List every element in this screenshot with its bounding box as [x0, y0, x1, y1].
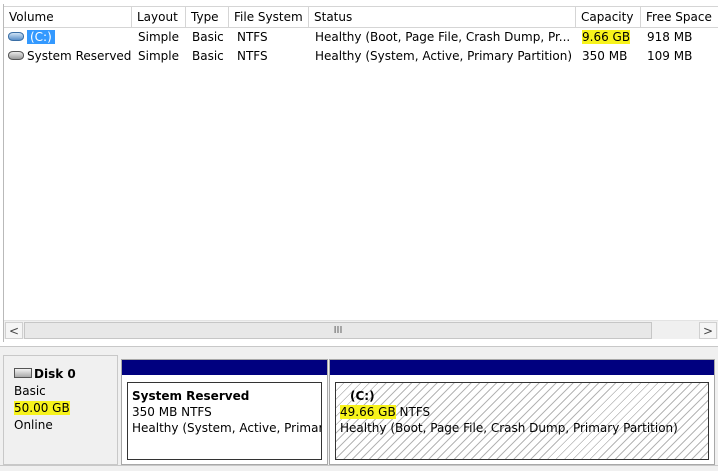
volume-name-cell: (C:) [4, 28, 132, 47]
column-volume[interactable]: Volume [4, 7, 132, 28]
scroll-right-button[interactable]: > [699, 322, 717, 339]
volume-name: (C:) [27, 30, 55, 44]
column-capacity[interactable]: Capacity [576, 7, 641, 28]
volume-list[interactable]: Volume Layout Type File System Status Ca… [3, 4, 718, 342]
horizontal-scrollbar[interactable]: < III > [4, 320, 718, 339]
volume-file-system: NTFS [237, 49, 268, 63]
partition-body: System Reserved 350 MB NTFS Healthy (Sys… [127, 382, 322, 460]
volume-row-system-reserved[interactable]: System Reserved Simple Basic NTFS Health… [4, 47, 718, 66]
partition-status: Healthy (Boot, Page File, Crash Dump, Pr… [340, 421, 678, 435]
disk-graphical-view: Disk 0 Basic 50.00 GB Online System Rese… [0, 346, 718, 471]
column-layout[interactable]: Layout [132, 7, 186, 28]
volume-name-cell: System Reserved [4, 47, 132, 66]
disk-info-panel[interactable]: Disk 0 Basic 50.00 GB Online [3, 355, 118, 465]
column-status[interactable]: Status [309, 7, 576, 28]
column-file-system[interactable]: File System [229, 7, 309, 28]
hard-disk-icon [14, 368, 32, 378]
partition-name: (C:) [350, 389, 375, 403]
scroll-left-button[interactable]: < [5, 322, 23, 339]
volume-status: Healthy (Boot, Page File, Crash Dump, Pr… [315, 30, 571, 44]
column-header: Volume Layout Type File System Status Ca… [4, 6, 718, 28]
volume-icon [8, 51, 24, 60]
partition-body: (C:) 49.66 GB NTFS Healthy (Boot, Page F… [335, 382, 709, 460]
volume-file-system: NTFS [237, 30, 268, 44]
partition-status: Healthy (System, Active, Primary [132, 421, 322, 435]
partition-size: 350 MB NTFS [132, 405, 212, 419]
volume-free-space: 109 MB [647, 49, 693, 63]
volume-capacity: 350 MB [582, 49, 628, 63]
partition-bar [122, 360, 327, 375]
volume-icon [8, 32, 24, 41]
volume-layout: Simple [138, 30, 179, 44]
disk-name: Disk 0 [34, 367, 76, 381]
volume-type: Basic [192, 30, 224, 44]
scrollbar-grip-icon: III [333, 325, 343, 336]
partition-c[interactable]: (C:) 49.66 GB NTFS Healthy (Boot, Page F… [329, 359, 715, 465]
volume-free-space: 918 MB [647, 30, 693, 44]
disk-type: Basic [14, 384, 46, 398]
bottom-strip [0, 465, 718, 471]
disk-size: 50.00 GB [14, 401, 70, 415]
volume-name: System Reserved [27, 49, 132, 63]
volume-type: Basic [192, 49, 224, 63]
volume-layout: Simple [138, 49, 179, 63]
disk-status: Online [14, 418, 53, 432]
partition-bar [330, 360, 714, 375]
column-type[interactable]: Type [186, 7, 229, 28]
volume-status: Healthy (System, Active, Primary Partiti… [315, 49, 573, 63]
partition-size-line: 49.66 GB NTFS [340, 404, 708, 420]
volume-capacity: 9.66 GB [582, 30, 631, 44]
column-free-space[interactable]: Free Space [641, 7, 718, 28]
partition-fs: NTFS [395, 405, 431, 419]
scrollbar-thumb[interactable]: III [24, 322, 652, 339]
partition-size: 49.66 GB [340, 405, 396, 419]
partition-name: System Reserved [132, 389, 250, 403]
disk-title: Disk 0 [14, 366, 117, 383]
partition-system-reserved[interactable]: System Reserved 350 MB NTFS Healthy (Sys… [121, 359, 328, 465]
volume-row-c[interactable]: (C:) Simple Basic NTFS Healthy (Boot, Pa… [4, 28, 718, 47]
volume-capacity-cell: 9.66 GB [578, 28, 641, 47]
